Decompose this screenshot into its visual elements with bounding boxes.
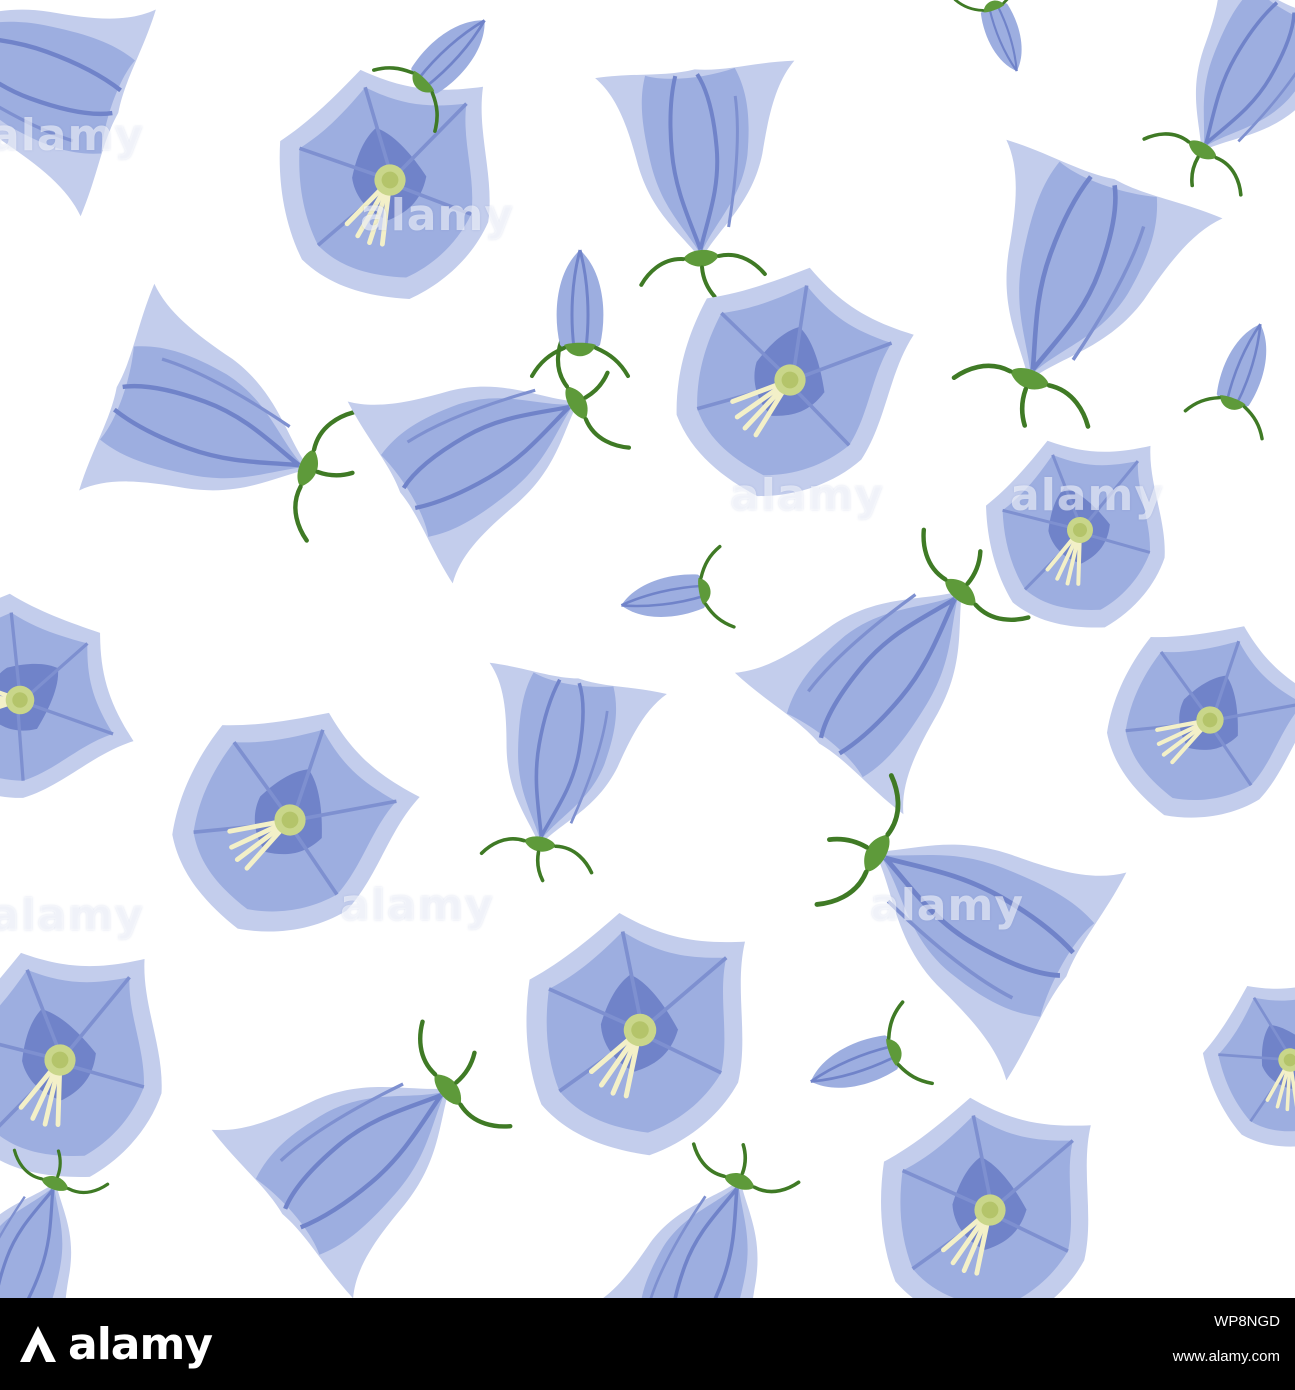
alamy-logo[interactable]: alamy [18, 1318, 213, 1370]
image-id: WP8NGD [1214, 1313, 1280, 1330]
footer-bar: alamy WP8NGD www.alamy.com [0, 1298, 1295, 1390]
flower-cluster [0, 0, 1295, 1298]
alamy-logo-icon [18, 1324, 58, 1364]
stock-image: alamy alamy alamy alamy alamy alamy alam… [0, 0, 1295, 1390]
pattern-canvas [0, 0, 1295, 1298]
site-url[interactable]: www.alamy.com [1040, 1348, 1280, 1365]
logo-text: alamy [68, 1318, 213, 1370]
bellflower-pattern: alamy alamy alamy alamy alamy alamy alam… [0, 0, 1295, 1298]
